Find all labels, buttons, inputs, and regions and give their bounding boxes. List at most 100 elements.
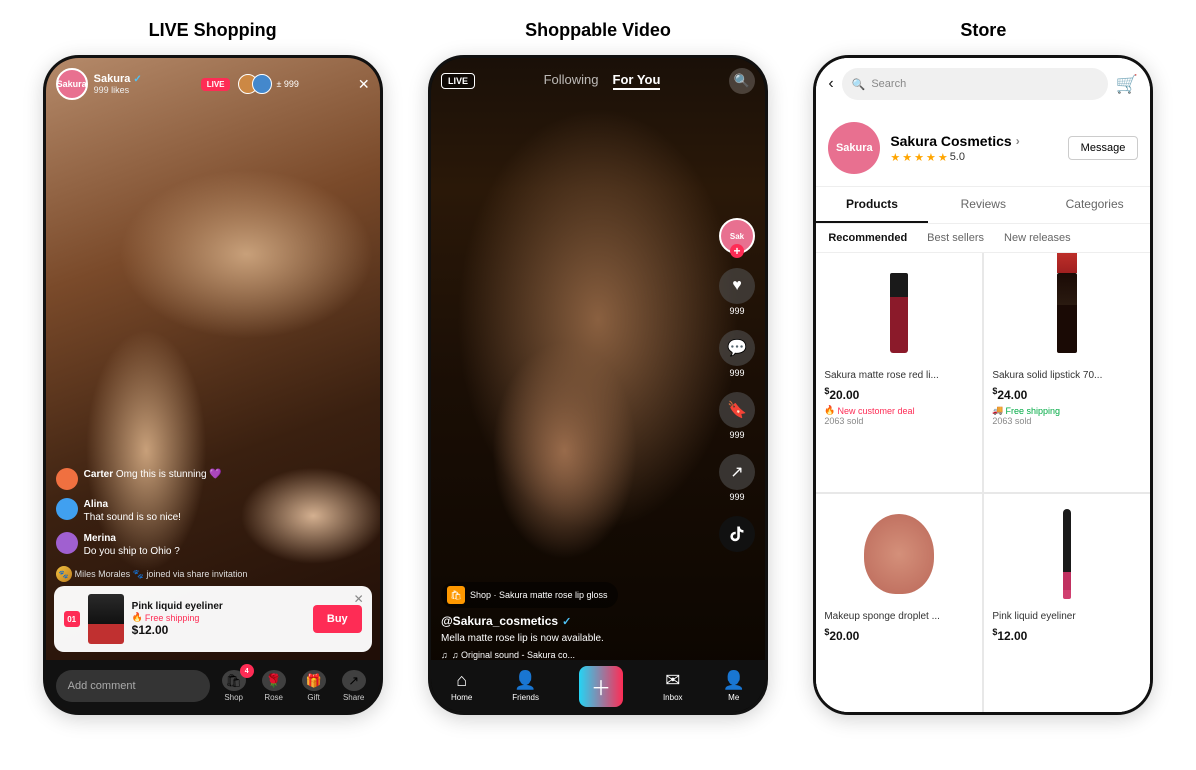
live-pill: LIVE (441, 73, 475, 89)
nav-add[interactable]: ＋ (579, 666, 623, 707)
tab-products[interactable]: Products (816, 187, 927, 223)
product-image-1 (824, 263, 974, 363)
product-number: 01 (64, 611, 80, 627)
close-icon[interactable]: ✕ (358, 76, 370, 93)
message-button[interactable]: Message (1068, 136, 1139, 160)
tab-reviews[interactable]: Reviews (928, 187, 1039, 223)
rose-icon: 🌹 (262, 670, 286, 691)
creator-handle: @Sakura_cosmetics ✓ (441, 614, 705, 628)
rating-value: 5.0 (950, 151, 965, 163)
join-message: 🐾 Miles Morales 🐾 joined via share invit… (56, 566, 370, 582)
tab-following[interactable]: Following (544, 72, 599, 90)
rose-label: Rose (264, 693, 283, 702)
shop-bag-icon: 🛍 (447, 586, 465, 604)
comment-2: Alina That sound is so nice! (56, 498, 370, 524)
product-info: Pink liquid eyeliner 🔥 Free shipping $12… (132, 601, 305, 637)
rose-icon-btn[interactable]: 🌹 Rose (258, 670, 290, 702)
product-name-2: Sakura solid lipstick 70... (992, 369, 1142, 382)
live-likes: 999 likes (94, 85, 142, 95)
cart-icon[interactable]: 🛒 (1116, 74, 1138, 95)
store-info: Sakura Cosmetics › ★ ★ ★ ★ ★ 5.0 (890, 133, 1057, 164)
share-arrow-icon: ↗ (719, 454, 755, 490)
product-price-1: $20.00 (824, 386, 974, 402)
live-top-bar: Sakura Sakura ✓ 999 likes LIVE (56, 68, 370, 100)
store-header: ‹ 🔍 Search 🛒 (816, 58, 1150, 110)
video-caption: Mella matte rose lip is now available. (441, 632, 705, 646)
shop-icon-btn[interactable]: 🛍 Shop 4 (218, 670, 250, 702)
store-name: Sakura Cosmetics › (890, 133, 1057, 149)
nav-friends[interactable]: 👤 Friends (512, 670, 539, 702)
like-action[interactable]: ♥ 999 (719, 268, 755, 316)
audio-info: ♫ ♫ Original sound - Sakura co... (441, 650, 705, 660)
subtab-new-releases[interactable]: New releases (1004, 232, 1071, 244)
gift-icon-btn[interactable]: 🎁 Gift (298, 670, 330, 702)
star-3: ★ (914, 151, 924, 164)
product-image-2 (992, 263, 1142, 363)
shoppable-bottom-info: 🛍 Shop · Sakura matte rose lip gloss @Sa… (441, 582, 705, 660)
comment-text-3: Merina Do you ship to Ohio ? (84, 532, 180, 558)
product-shipping: 🔥 Free shipping (132, 612, 305, 623)
shoppable-tabs: Following For You (544, 72, 661, 90)
live-comments: Carter Omg this is stunning 💜 Alina That… (56, 468, 370, 582)
product-image-4 (992, 504, 1142, 604)
viewer-count: ± 999 (276, 79, 298, 89)
buy-button[interactable]: Buy (313, 605, 362, 633)
creator-follow-button[interactable]: Sak + (719, 218, 755, 254)
product-image-3 (824, 504, 974, 604)
product-card-2[interactable]: Sakura solid lipstick 70... $24.00 🚚 Fre… (984, 253, 1150, 492)
comment-1: Carter Omg this is stunning 💜 (56, 468, 370, 490)
product-card-1[interactable]: Sakura matte rose red li... $20.00 🔥 New… (816, 253, 982, 492)
live-shopping-title: LIVE Shopping (149, 20, 277, 41)
comment-icon: 💬 (719, 330, 755, 366)
fire-icon: 🔥 (824, 405, 835, 416)
product-name: Pink liquid eyeliner (132, 601, 305, 612)
gift-icon: 🎁 (302, 670, 326, 691)
store-profile-section: Sakura Sakura Cosmetics › ★ ★ ★ ★ ★ 5. (816, 110, 1150, 187)
store-search-bar[interactable]: 🔍 Search (842, 68, 1108, 100)
shop-label: Shop (224, 693, 243, 702)
product-close-icon[interactable]: ✕ (354, 592, 364, 606)
shipping-icon: 🔥 (132, 612, 143, 623)
back-button[interactable]: ‹ (828, 75, 833, 93)
store-products-grid: Sakura matte rose red li... $20.00 🔥 New… (816, 253, 1150, 712)
heart-icon: ♥ (719, 268, 755, 304)
product-image (88, 594, 124, 644)
product-price: $12.00 (132, 623, 305, 637)
star-2: ★ (902, 151, 912, 164)
tab-categories[interactable]: Categories (1039, 187, 1150, 223)
tab-for-you[interactable]: For You (613, 72, 661, 90)
bookmark-action[interactable]: 🔖 999 (719, 392, 755, 440)
share-icon-btn[interactable]: ↗ Share (338, 670, 370, 702)
search-placeholder: Search (871, 78, 906, 90)
nav-inbox[interactable]: ✉ Inbox (663, 670, 683, 702)
product-card-4[interactable]: Pink liquid eyeliner $12.00 (984, 494, 1150, 712)
store-avatar: Sakura (828, 122, 880, 174)
subtab-recommended[interactable]: Recommended (828, 232, 907, 244)
eyeliner-visual (1063, 509, 1071, 599)
truck-icon: 🚚 (992, 405, 1003, 416)
comment-input[interactable]: Add comment (56, 670, 210, 702)
comment-text-1: Carter Omg this is stunning 💜 (84, 468, 222, 481)
comment-3: Merina Do you ship to Ohio ? (56, 532, 370, 558)
comment-action[interactable]: 💬 999 (719, 330, 755, 378)
product-deal-1: 🔥 New customer deal (824, 405, 974, 416)
nav-home[interactable]: ⌂ Home (451, 670, 472, 702)
share-action[interactable]: ↗ 999 (719, 454, 755, 502)
subtab-best-sellers[interactable]: Best sellers (927, 232, 984, 244)
shoppable-nav-bar: ⌂ Home 👤 Friends ＋ ✉ Inbox (431, 660, 765, 712)
share-icon: ↗ (342, 670, 366, 691)
star-5: ★ (938, 151, 948, 164)
product-card-3[interactable]: Makeup sponge droplet ... $20.00 (816, 494, 982, 712)
gift-label: Gift (307, 693, 319, 702)
sponge-visual (864, 514, 934, 594)
shop-product-tag[interactable]: 🛍 Shop · Sakura matte rose lip gloss (441, 582, 618, 608)
comment-avatar-3 (56, 532, 78, 554)
search-icon[interactable]: 🔍 (729, 68, 755, 94)
tiktok-logo (719, 516, 755, 552)
nav-me[interactable]: 👤 Me (723, 670, 745, 702)
product-sold-2: 2063 sold (992, 416, 1142, 426)
product-name-1: Sakura matte rose red li... (824, 369, 974, 382)
live-viewers: LIVE ± 999 (201, 74, 299, 94)
live-shopping-phone: Sakura Sakura ✓ 999 likes LIVE (43, 55, 383, 715)
add-video-button[interactable]: ＋ (579, 666, 623, 707)
